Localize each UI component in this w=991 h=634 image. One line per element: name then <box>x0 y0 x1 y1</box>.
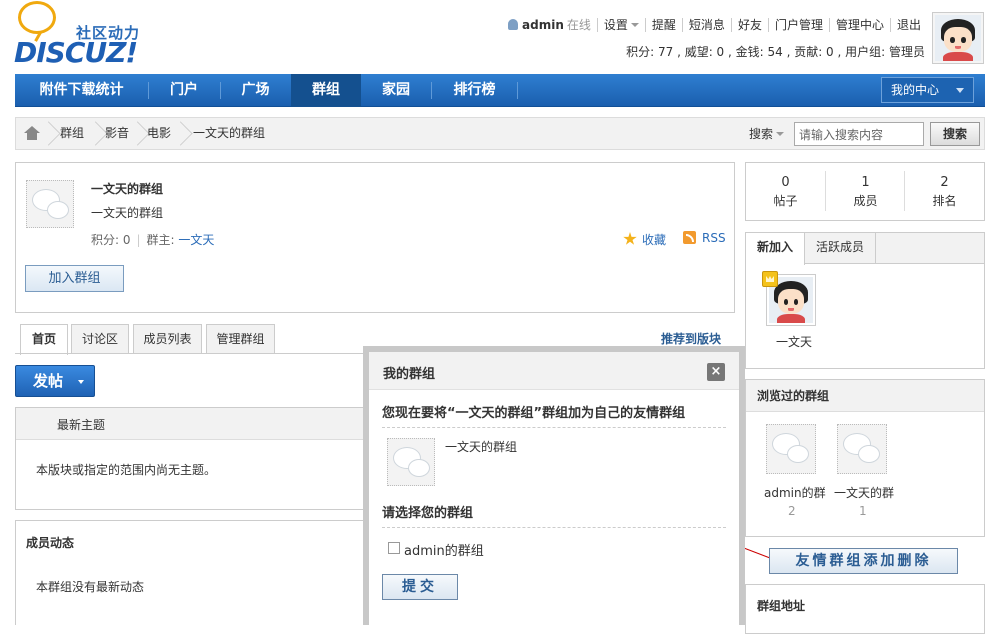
avatar-image <box>935 15 981 61</box>
messages-link[interactable]: 短消息 <box>681 18 731 32</box>
empty-threads-message: 本版块或指定的范围内尚无主题。 <box>36 463 217 477</box>
group-chat-icon <box>26 180 74 228</box>
admin-center-link[interactable]: 管理中心 <box>828 18 890 32</box>
dialog-question: 您现在要将“一文天的群组”群组加为自己的友情群组 <box>382 406 686 421</box>
search-input[interactable]: 请输入搜索内容 <box>794 122 924 146</box>
dialog-title: 我的群组 <box>383 367 436 382</box>
browsed-group-name[interactable]: 一文天的群 <box>834 484 894 501</box>
member-activity-header: 成员动态 <box>26 536 75 550</box>
discuz-logo[interactable]: 社区动力 DISCUZ! <box>14 0 149 70</box>
empty-activity-message: 本群组没有最新动态 <box>36 580 145 594</box>
nav-portal[interactable]: 门户 <box>149 74 219 107</box>
user-icon <box>508 19 519 30</box>
nav-groups[interactable]: 群组 <box>291 74 361 107</box>
group-chat-icon[interactable] <box>837 424 887 474</box>
logo-bubble-icon <box>18 1 56 34</box>
search-button[interactable]: 搜索 <box>930 122 980 146</box>
member-name[interactable]: 一文天 <box>776 333 812 350</box>
reminders-link[interactable]: 提醒 <box>644 18 682 32</box>
close-icon[interactable]: × <box>707 363 725 381</box>
latest-threads-header: 最新主题 <box>57 418 106 432</box>
group-name[interactable]: 一文天的群组 <box>91 180 163 197</box>
breadcrumb-item[interactable]: 群组 <box>60 118 84 149</box>
chevron-down-icon <box>78 380 84 384</box>
tab-home[interactable]: 首页 <box>20 324 68 355</box>
post-button[interactable]: 发帖 <box>15 365 95 397</box>
breadcrumb-current: 一文天的群组 <box>193 126 266 140</box>
count-rank: 2 排名 <box>932 175 957 208</box>
tab-member-list[interactable]: 成员列表 <box>133 324 202 354</box>
dialog-group-name: 一文天的群组 <box>445 440 518 454</box>
count-posts: 0 帖子 <box>773 175 798 208</box>
browsed-groups-header: 浏览过的群组 <box>757 389 830 403</box>
user-stats: 积分: 77 , 威望: 0 , 金钱: 54 , 贡献: 0 , 用户组: 管… <box>626 45 925 59</box>
chevron-down-icon <box>630 23 639 27</box>
logout-link[interactable]: 退出 <box>889 18 927 32</box>
rss-link[interactable]: RSS <box>683 231 726 245</box>
search-type-dropdown[interactable]: 搜索 <box>749 125 785 142</box>
recommend-to-forum-link[interactable]: 推荐到版块 <box>661 330 721 347</box>
tab-active-members[interactable]: 活跃成员 <box>805 233 876 264</box>
group-owner-label: 群主: <box>146 233 175 247</box>
breadcrumb-item[interactable]: 电影 <box>147 118 171 149</box>
submit-button[interactable]: 提交 <box>382 574 458 600</box>
favorite-link[interactable]: 收藏 <box>623 231 666 248</box>
friends-link[interactable]: 好友 <box>730 18 768 32</box>
group-option-label[interactable]: admin的群组 <box>404 540 484 559</box>
tab-manage-group[interactable]: 管理群组 <box>206 324 275 354</box>
friend-group-manage-button[interactable]: 友情群组添加删除 <box>769 548 958 574</box>
rss-icon <box>683 231 696 244</box>
group-description: 一文天的群组 <box>91 206 164 220</box>
user-toolbar: admin 在线 设置 提醒 短消息 好友 门户管理 管理中心 退出 <box>502 16 927 34</box>
group-chat-icon <box>387 438 435 486</box>
user-avatar[interactable] <box>932 12 984 64</box>
dialog-choose-label: 请选择您的群组 <box>382 506 474 521</box>
online-status: 在线 <box>566 18 591 32</box>
browsed-group-count: 2 <box>788 504 796 518</box>
my-center-dropdown[interactable]: 我的中心 <box>881 77 974 103</box>
star-icon <box>623 232 637 245</box>
group-owner-link[interactable]: 一文天 <box>178 233 214 247</box>
nav-home[interactable]: 家园 <box>361 74 431 107</box>
settings-menu[interactable]: 设置 <box>596 18 645 32</box>
user-link[interactable]: admin 在线 <box>502 18 597 32</box>
group-address-header: 群组地址 <box>757 599 806 613</box>
portal-admin-link[interactable]: 门户管理 <box>767 18 829 32</box>
nav-ranking[interactable]: 排行榜 <box>432 74 517 107</box>
group-meta: 积分: 0 | 群主: 一文天 <box>91 233 215 247</box>
tab-new-members[interactable]: 新加入 <box>746 233 805 265</box>
tab-discussion[interactable]: 讨论区 <box>71 324 129 354</box>
browsed-group-count: 1 <box>859 504 867 518</box>
group-points: 积分: 0 <box>91 233 131 247</box>
logo-brand: DISCUZ! <box>14 36 138 69</box>
nav-attachment-stats[interactable]: 附件下载统计 <box>15 74 148 107</box>
join-group-button[interactable]: 加入群组 <box>25 265 124 292</box>
chevron-down-icon <box>776 132 785 136</box>
count-members: 1 成员 <box>853 175 878 208</box>
chevron-down-icon <box>956 88 964 93</box>
nav-square[interactable]: 广场 <box>221 74 290 107</box>
group-checkbox[interactable] <box>388 542 400 554</box>
main-nav: 附件下载统计 门户 广场 群组 家园 排行榜 <box>15 74 985 107</box>
crown-icon <box>762 271 778 287</box>
